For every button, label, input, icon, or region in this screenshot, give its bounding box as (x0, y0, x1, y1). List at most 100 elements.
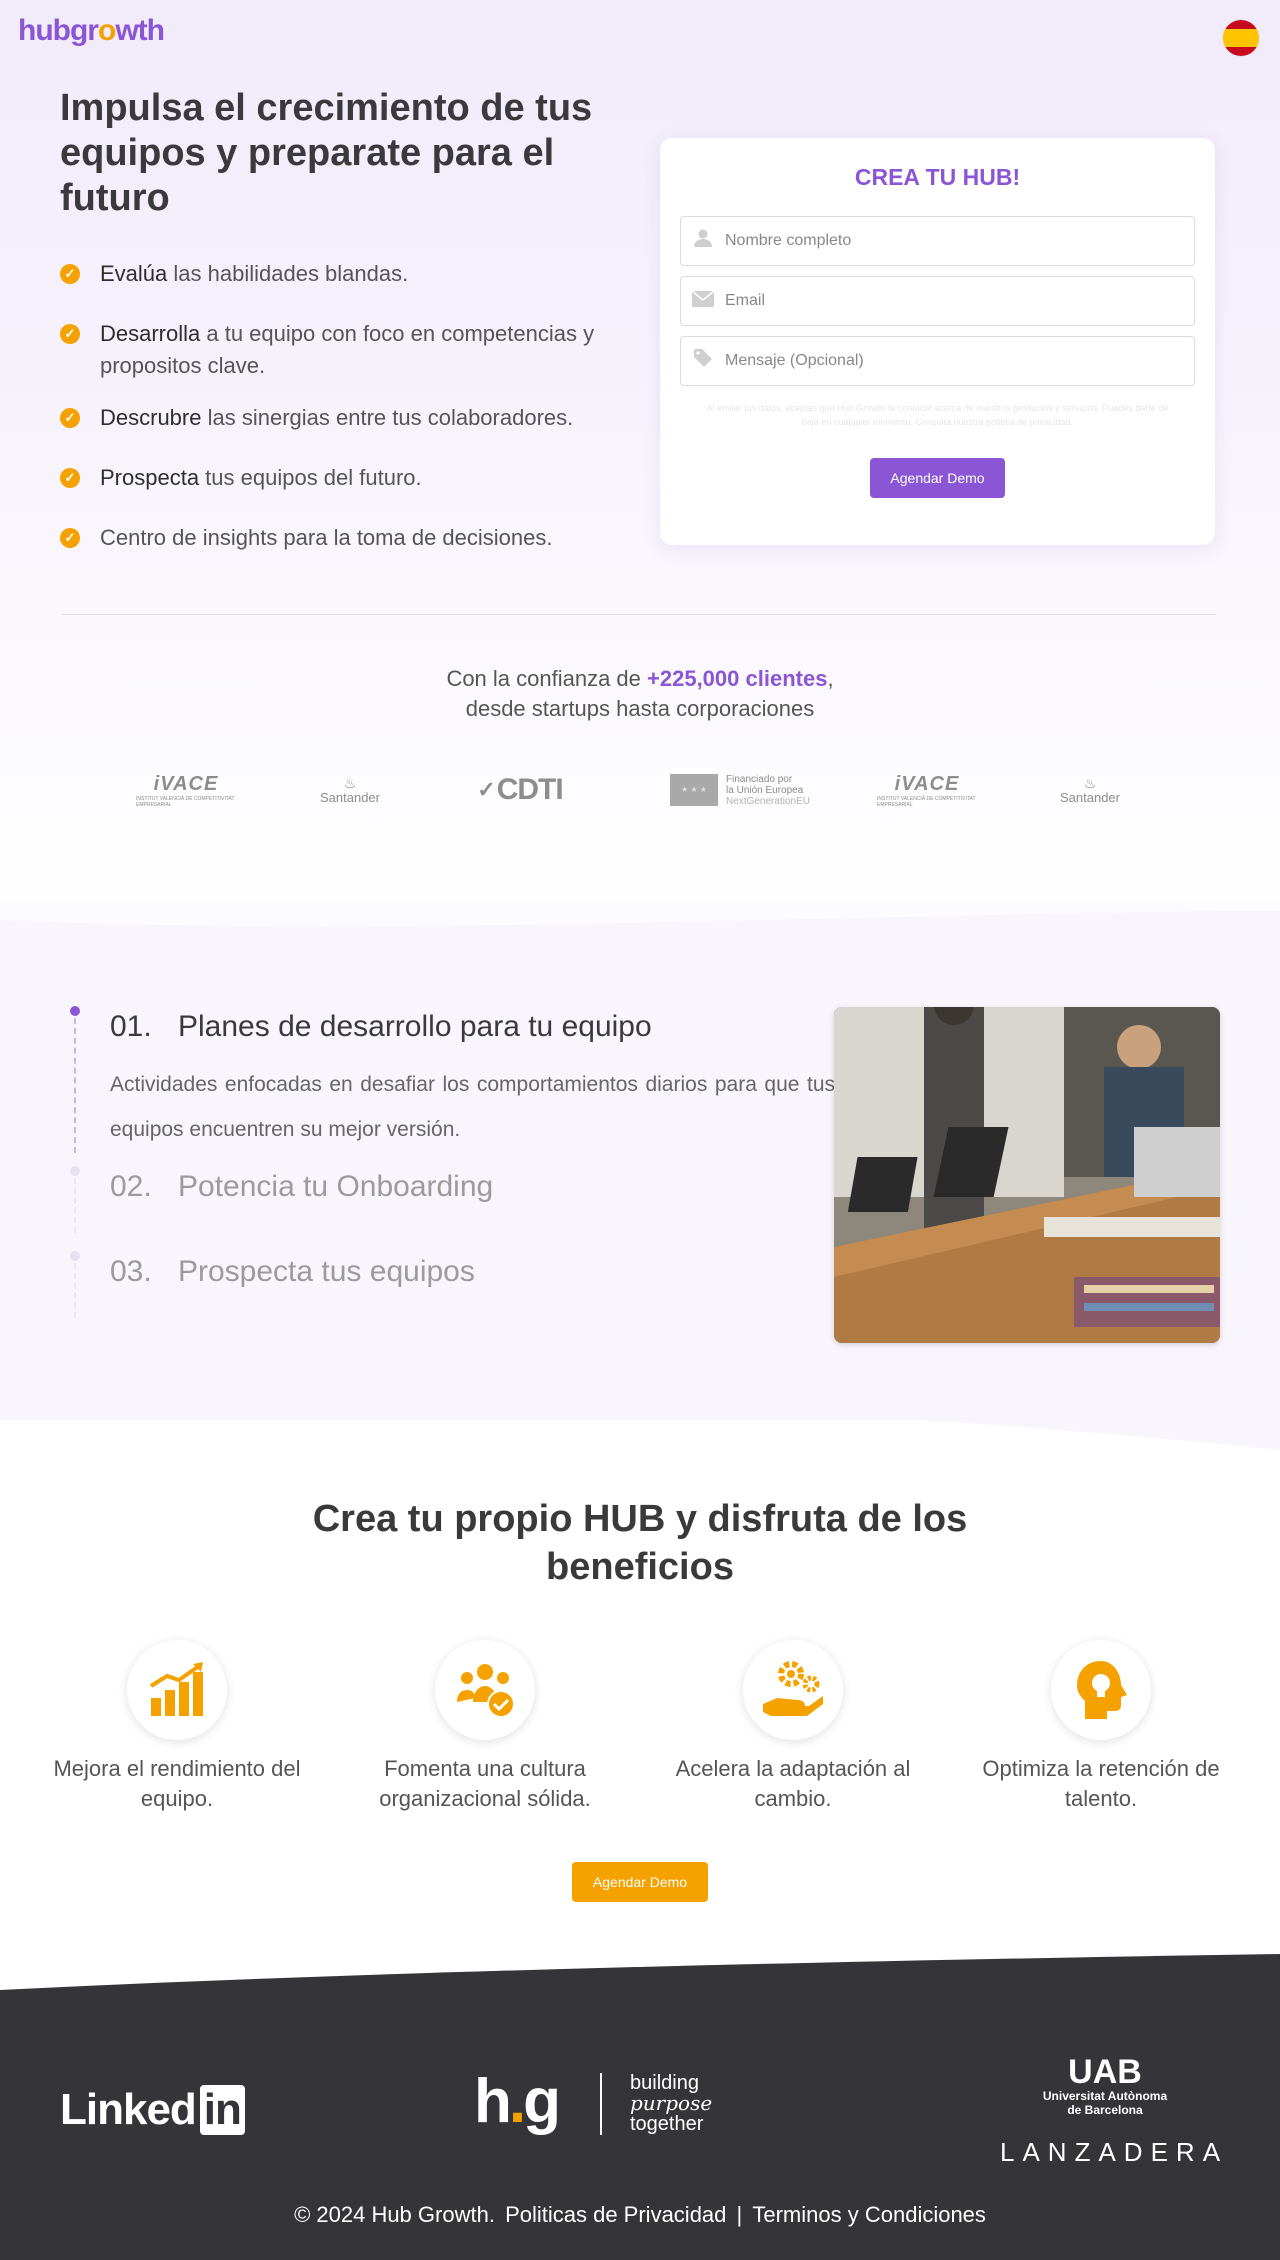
eu-logo-line1: Financiado por (726, 773, 793, 785)
wave-divider (0, 900, 1280, 927)
flame-icon: ♨ (343, 774, 357, 791)
step-title[interactable]: 02. Potencia tu Onboarding (110, 1170, 493, 1204)
trust-line2: desde startups hasta corporaciones (465, 696, 815, 721)
linkedin-in-badge: in (199, 2085, 245, 2135)
ivace-logo-text: iVACE (153, 772, 219, 795)
uab-logo: UAB Universitat Autònoma de Barcelona (1025, 2055, 1185, 2117)
envelope-icon (681, 289, 725, 313)
benefits-title: Crea tu propio HUB y disfruta de los ben… (312, 1498, 968, 1588)
step-marker (70, 1166, 80, 1176)
email-field[interactable] (680, 276, 1195, 326)
feature-item: ✓ Prospecta tus equipos del futuro. (60, 462, 630, 494)
flame-icon: ♨ (1083, 774, 1097, 791)
gears-hand-icon (743, 1640, 843, 1740)
feature-item: ✓ Desarrolla a tu equipo con foco en comp… (60, 318, 630, 382)
feature-item: ✓ Evalúa las habilidades blandas. (60, 258, 630, 290)
step-connector (74, 1178, 76, 1233)
footer-copyright: © 2024 Hub Growth. Politicas de Privacid… (0, 2202, 1280, 2228)
benefit-item: Mejora el rendimiento del equipo. (37, 1640, 317, 1814)
feature-strong: Desarrolla (100, 321, 201, 346)
check-icon: ✓ (60, 324, 80, 344)
step-title[interactable]: 03. Prospecta tus equipos (110, 1255, 475, 1289)
check-icon: ✓ (60, 468, 80, 488)
wave-divider (0, 1390, 1280, 1450)
footer-separator: | (736, 2202, 743, 2227)
user-icon (681, 228, 725, 254)
ivace-logo: iVACE INSTITUT VALENCIÀ DE COMPETITIVITAT… (877, 770, 977, 810)
linkedin-text: Linked (60, 2085, 197, 2134)
step-connector (74, 1018, 76, 1153)
name-input[interactable] (725, 232, 1165, 250)
eu-logo-line2: la Unión Europea (726, 784, 804, 796)
check-icon: ✓ (60, 528, 80, 548)
team-check-icon (435, 1640, 535, 1740)
benefit-label: Mejora el rendimiento del equipo. (53, 1756, 301, 1811)
check-icon: ✓ (60, 264, 80, 284)
feature-strong: Prospecta (100, 465, 200, 490)
hero-title: Impulsa el crecimiento de tus equipos y … (60, 87, 593, 219)
benefit-item: Fomenta una cultura organizacional sólid… (345, 1640, 625, 1814)
check-mark-icon: ✓ (477, 777, 495, 802)
eu-funding-logo: ★ ★ ★ Financiado por la Unión Europea Next… (660, 770, 820, 810)
uab-subtitle-1: Universitat Autònoma (1042, 2089, 1168, 2103)
santander-logo: ♨ Santander (1040, 770, 1140, 810)
schedule-demo-button-secondary[interactable]: Agendar Demo (572, 1862, 708, 1902)
trust-statement: Con la confianza de +225,000 clientes, d… (340, 664, 940, 724)
feature-text: Centro de insights para la toma de decis… (100, 525, 553, 550)
feature-list: ✓ Evalúa las habilidades blandas. ✓ Desarr… (60, 258, 630, 582)
spain-flag-icon[interactable] (1223, 20, 1259, 56)
step-marker-active (70, 1006, 80, 1016)
hg-h: h (474, 2067, 512, 2136)
email-input[interactable] (725, 292, 1165, 310)
signup-form-card: CREA TU HUB! Al enviar tus datos, acepta… (660, 138, 1215, 545)
copyright-text: © 2024 Hub Growth. (294, 2202, 495, 2227)
ivace-logo: iVACE INSTITUT VALENCIÀ DE COMPETITIVITAT… (136, 770, 236, 810)
terms-link[interactable]: Terminos y Condiciones (752, 2202, 986, 2227)
feature-item: ✓ Centro de insights para la toma de deci… (60, 522, 630, 554)
benefit-item: Acelera la adaptación al cambio. (653, 1640, 933, 1814)
head-bulb-icon (1051, 1640, 1151, 1740)
feature-strong: Evalúa (100, 261, 168, 286)
uab-subtitle-2: de Barcelona (1067, 2103, 1143, 2117)
name-field[interactable] (680, 216, 1195, 266)
hg-dot: . (508, 2067, 526, 2136)
tagline-together: together (630, 2113, 704, 2135)
chart-growth-icon (127, 1640, 227, 1740)
benefit-label: Acelera la adaptación al cambio. (675, 1756, 911, 1811)
ivace-logo-text: iVACE (894, 772, 960, 795)
privacy-link[interactable]: Politicas de Privacidad (505, 2202, 726, 2227)
feature-text: las habilidades blandas. (167, 261, 409, 286)
message-input[interactable] (725, 352, 1165, 370)
benefit-label: Fomenta una cultura organizacional sólid… (379, 1756, 591, 1811)
schedule-demo-button[interactable]: Agendar Demo (870, 458, 1005, 498)
message-field[interactable] (680, 336, 1195, 386)
benefit-item: Optimiza la retención de talento. (961, 1640, 1241, 1814)
step-title-text: Potencia tu Onboarding (178, 1170, 494, 1203)
footer-tagline: building purpose together (630, 2073, 712, 2134)
eu-flag-icon: ★ ★ ★ (670, 774, 719, 806)
step-number: 01. (110, 1010, 152, 1043)
ivace-logo-subtext: INSTITUT VALENCIÀ DE COMPETITIVITAT EMPR… (877, 795, 976, 808)
linkedin-logo[interactable]: Linked in (60, 2085, 245, 2135)
step-number: 03. (110, 1255, 152, 1288)
eu-logo-line3: NextGenerationEU (726, 795, 810, 807)
hubgrowth-logo[interactable]: hubgrowth (18, 14, 165, 48)
form-title: CREA TU HUB! (854, 164, 1021, 190)
feature-item: ✓ Descrubre las sinergias entre tus colab… (60, 402, 630, 434)
santander-logo: ♨ Santander (300, 770, 400, 810)
cdti-logo: ✓ CDTI (470, 770, 570, 810)
step-marker (70, 1251, 80, 1261)
santander-logo-text: Santander (1060, 789, 1120, 805)
step-number: 02. (110, 1170, 152, 1203)
tagline-purpose: purpose (630, 2091, 713, 2115)
hubgrowth-footer-logo: h.g (474, 2066, 561, 2137)
step-title-text: Prospecta tus equipos (178, 1255, 475, 1288)
logo-separator (600, 2073, 602, 2135)
lanzadera-logo: LANZADERA (1000, 2137, 1229, 2167)
uab-title: UAB (1068, 2053, 1142, 2091)
meeting-photo (834, 1007, 1220, 1343)
hg-g: g (523, 2067, 561, 2136)
step-title[interactable]: 01. Planes de desarrollo para tu equipo (110, 1010, 652, 1044)
clients-count: +225,000 clientes (647, 666, 828, 691)
benefit-label: Optimiza la retención de talento. (982, 1756, 1220, 1811)
